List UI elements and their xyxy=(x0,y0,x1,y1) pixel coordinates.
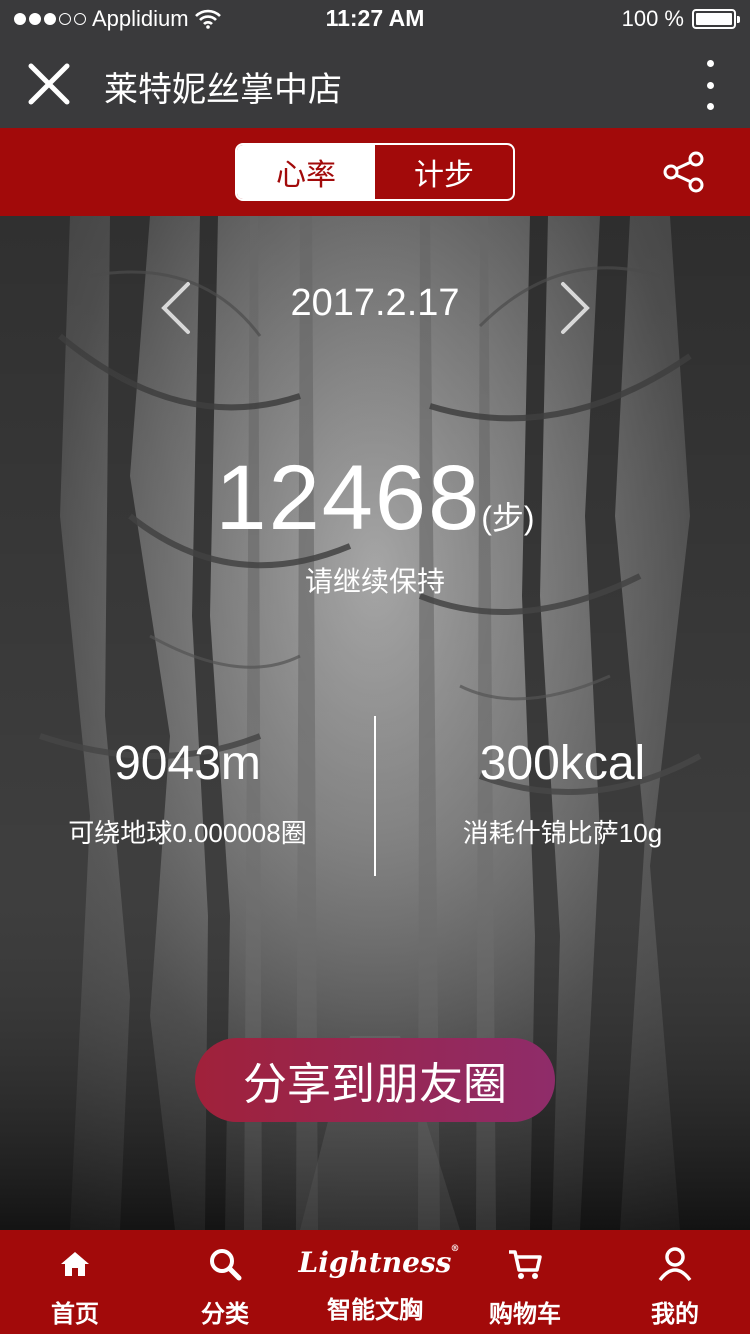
date-selector: 2017.2.17 xyxy=(0,272,750,342)
encouragement-text: 请继续保持 xyxy=(304,566,445,597)
calories-stat: 300kcal 消耗什锦比萨10g xyxy=(375,736,750,850)
chevron-right-icon xyxy=(561,282,590,334)
search-icon xyxy=(210,1249,242,1281)
nav-category-label: 分类 xyxy=(201,1301,249,1328)
nav-smart-bra-label: 智能文胸 xyxy=(327,1297,423,1324)
share-to-moments-button[interactable]: 分享到朋友圈 xyxy=(195,1038,555,1122)
segmented-control: 心率 计步 xyxy=(235,143,515,201)
distance-desc: 可绕地球0.000008圈 xyxy=(68,818,307,848)
close-button[interactable] xyxy=(22,60,78,108)
tab-steps[interactable]: 计步 xyxy=(375,145,513,199)
navbar: 莱特妮丝掌中店 xyxy=(0,38,750,128)
status-bar: Applidium 11:27 AM 100 % xyxy=(0,0,750,38)
nav-home[interactable]: 首页 xyxy=(0,1230,150,1334)
share-icon xyxy=(663,151,704,193)
nav-category[interactable]: 分类 xyxy=(150,1230,300,1334)
nav-profile[interactable]: 我的 xyxy=(600,1230,750,1334)
cart-icon xyxy=(509,1250,542,1279)
top-bar: Applidium 11:27 AM 100 % 莱特妮丝掌中店 xyxy=(0,0,750,128)
tab-bar: 心率 计步 xyxy=(0,128,750,216)
step-count-unit: (步) xyxy=(481,500,535,536)
battery-icon xyxy=(692,9,740,29)
share-button[interactable] xyxy=(662,150,706,194)
next-day-button[interactable] xyxy=(555,280,595,336)
step-count-value: 12468 xyxy=(215,447,482,549)
main-content: 2017.2.17 12468(步) 请继续保持 9043m 可绕地球0.000… xyxy=(0,216,750,1230)
page-title: 莱特妮丝掌中店 xyxy=(104,71,342,109)
brand-logo: Lightness ® xyxy=(298,1244,460,1279)
bottom-nav: 首页 分类 Lightness ® 智能文胸 购物车 我的 xyxy=(0,1230,750,1334)
home-icon xyxy=(61,1252,89,1276)
calories-value: 300kcal xyxy=(479,737,646,790)
nav-smart-bra[interactable]: Lightness ® 智能文胸 xyxy=(298,1230,460,1334)
current-date: 2017.2.17 xyxy=(290,282,460,324)
nav-home-label: 首页 xyxy=(51,1301,99,1328)
nav-cart-label: 购物车 xyxy=(489,1301,561,1328)
stats-panel: 9043m 可绕地球0.000008圈 300kcal 消耗什锦比萨10g xyxy=(0,716,750,876)
tab-heart-rate[interactable]: 心率 xyxy=(237,145,375,199)
user-icon xyxy=(658,1247,692,1282)
calories-desc: 消耗什锦比萨10g xyxy=(462,818,663,848)
battery-percent: 100 % xyxy=(621,6,684,31)
nav-profile-label: 我的 xyxy=(651,1301,699,1328)
nav-cart[interactable]: 购物车 xyxy=(450,1230,600,1334)
distance-stat: 9043m 可绕地球0.000008圈 xyxy=(0,736,375,850)
distance-value: 9043m xyxy=(114,737,261,790)
more-button[interactable] xyxy=(700,60,720,110)
close-icon xyxy=(28,63,70,105)
step-count: 12468(步) xyxy=(0,446,750,551)
battery-group: 100 % xyxy=(621,6,740,32)
